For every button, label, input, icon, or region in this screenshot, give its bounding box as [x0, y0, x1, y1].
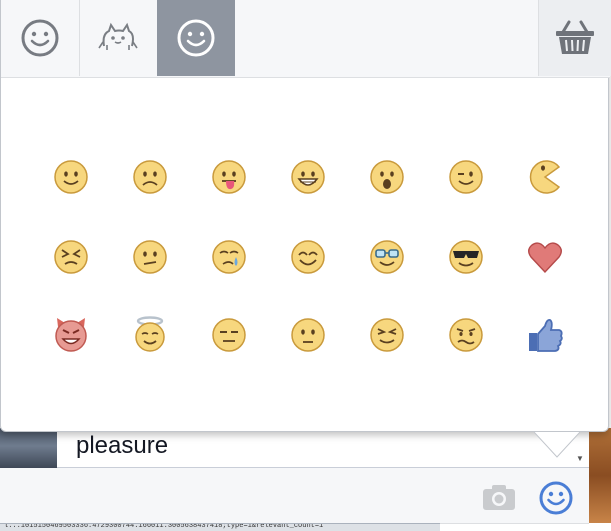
tab-stickers-cat[interactable]	[79, 0, 157, 76]
smile-emoticon-icon[interactable]	[51, 157, 91, 197]
frown-emoticon-icon[interactable]	[130, 157, 170, 197]
heart-emoticon-icon[interactable]	[525, 237, 565, 277]
squint-emoticon-icon[interactable]	[51, 237, 91, 277]
confused-emoticon-icon[interactable]	[130, 237, 170, 277]
sunglasses-emoticon-icon[interactable]	[446, 237, 486, 277]
pacman-emoticon-icon[interactable]	[525, 157, 565, 197]
angel-emoticon-icon[interactable]	[130, 315, 170, 355]
grin-emoticon-icon[interactable]	[288, 157, 328, 197]
cat-sticker-icon	[98, 22, 138, 50]
sticker-store-button[interactable]	[538, 0, 611, 76]
kiki-emoticon-icon[interactable]	[288, 237, 328, 277]
emoticon-picker-popup	[0, 0, 611, 432]
cry-emoticon-icon[interactable]	[209, 237, 249, 277]
smiley-outline-icon	[177, 19, 215, 57]
glasses-emoticon-icon[interactable]	[367, 237, 407, 277]
picker-tab-bar	[1, 0, 611, 78]
devil-emoticon-icon[interactable]	[51, 315, 91, 355]
camera-icon[interactable]	[481, 482, 517, 512]
smiley-outline-icon	[21, 19, 59, 57]
tab-emoticons[interactable]	[1, 0, 80, 76]
background-photo-edge	[589, 428, 611, 523]
basket-icon	[556, 20, 594, 54]
tab-emoji-active[interactable]	[157, 0, 235, 76]
unsure-emoticon-icon[interactable]	[209, 315, 249, 355]
message-input-text: pleasure	[76, 432, 169, 459]
gasp-emoticon-icon[interactable]	[367, 157, 407, 197]
popup-caret	[534, 432, 580, 458]
straight-face-emoticon-icon[interactable]	[288, 315, 328, 355]
status-url: l...1015150469503336.4729300744.166011.3…	[4, 523, 324, 530]
profile-photo-thumbnail	[0, 428, 57, 468]
like-thumb-icon[interactable]	[525, 315, 565, 355]
grumpy-emoticon-icon[interactable]	[446, 315, 486, 355]
wink-emoticon-icon[interactable]	[446, 157, 486, 197]
emoji-button-icon[interactable]	[538, 480, 574, 516]
tongue-emoticon-icon[interactable]	[209, 157, 249, 197]
closed-eyes-emoticon-icon[interactable]	[367, 315, 407, 355]
